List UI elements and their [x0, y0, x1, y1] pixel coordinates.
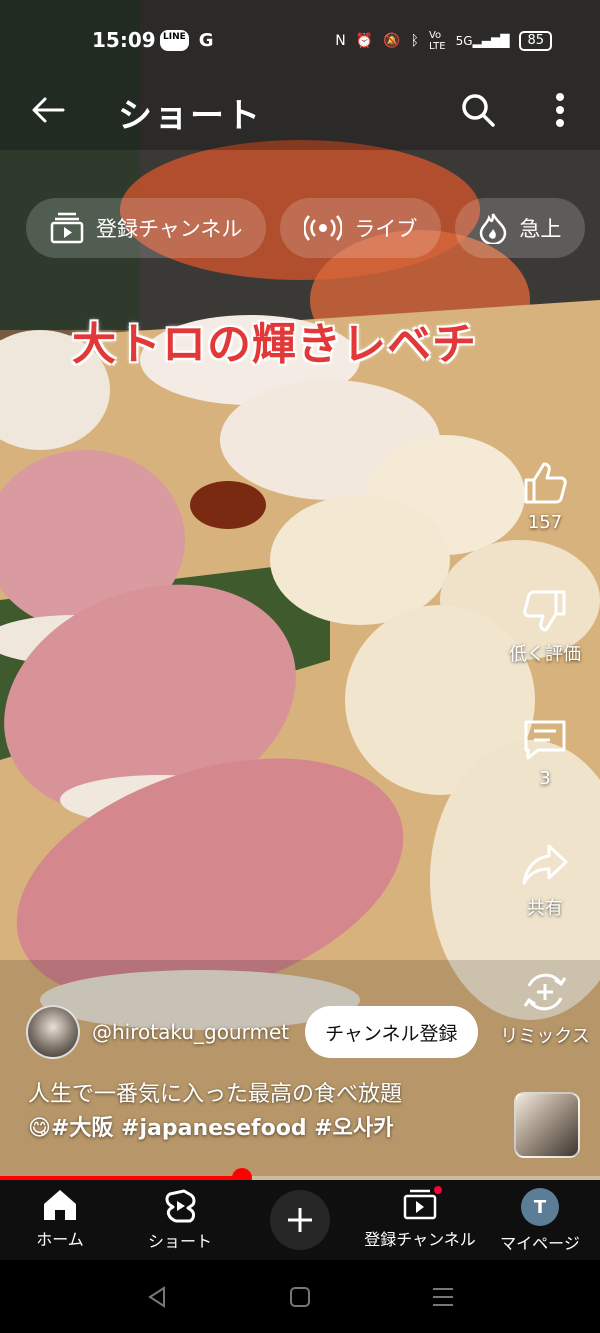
user-avatar: T — [521, 1188, 559, 1226]
square-home-icon — [290, 1287, 310, 1307]
comment-icon — [524, 720, 566, 760]
dislike-label: 低く評価 — [509, 644, 581, 665]
channel-row: @hirotaku_gourmet チャンネル登録 — [26, 1004, 478, 1060]
back-button[interactable] — [28, 90, 68, 130]
trending-icon — [480, 213, 507, 244]
system-navigation-bar — [0, 1260, 600, 1333]
create-button[interactable] — [270, 1190, 330, 1250]
system-home-button[interactable] — [285, 1284, 315, 1310]
bottom-navigation: ホーム ショート 登録チャンネル T マイページ — [0, 1180, 600, 1260]
nav-subscriptions[interactable]: 登録チャンネル — [360, 1184, 480, 1250]
volte-icon: Vo LTE — [428, 30, 446, 52]
status-time: 15:09 — [92, 28, 156, 52]
subscriptions-icon — [50, 212, 84, 244]
nav-subscriptions-label: 登録チャンネル — [364, 1230, 476, 1249]
search-icon — [462, 94, 495, 127]
live-icon — [304, 215, 343, 241]
nav-mypage[interactable]: T マイページ — [480, 1188, 600, 1254]
home-icon — [44, 1190, 76, 1220]
thumbs-down-icon — [523, 590, 566, 632]
filter-chips: 登録チャンネル ライブ 急上 — [26, 198, 586, 258]
comment-count: 3 — [539, 768, 551, 789]
yum-emoji-icon: 😋 — [28, 1116, 51, 1141]
description-tags-line: 😋#大阪 #japanesefood #오사카 — [28, 1112, 498, 1146]
app-bar: ショート — [0, 80, 600, 140]
sound-thumbnail[interactable] — [514, 1092, 580, 1158]
mute-icon: 🔕 — [383, 33, 401, 49]
more-vert-icon — [556, 93, 564, 127]
system-recents-button[interactable] — [428, 1284, 458, 1310]
hashtags[interactable]: #大阪 #japanesefood #오사카 — [51, 1116, 393, 1141]
nav-shorts-label: ショート — [147, 1232, 212, 1251]
more-options-button[interactable] — [540, 88, 580, 132]
chip-label: ライブ — [354, 217, 418, 241]
bluetooth-icon: ᛒ — [410, 33, 419, 49]
nfc-icon: N — [335, 33, 346, 49]
like-button[interactable]: 157 — [490, 460, 600, 533]
video-overlay-text: 大トロの輝きレベチ — [72, 319, 477, 370]
thumbs-up-icon — [524, 462, 567, 504]
chip-live[interactable]: ライブ — [280, 198, 442, 258]
subscribe-button[interactable]: チャンネル登録 — [305, 1006, 478, 1058]
dislike-button[interactable]: 低く評価 — [490, 588, 600, 666]
battery-indicator: 85 — [519, 31, 552, 51]
nav-home-label: ホーム — [36, 1230, 84, 1249]
search-button[interactable] — [456, 88, 500, 132]
google-notification-icon: G — [198, 30, 214, 51]
menu-recents-icon — [433, 1288, 453, 1306]
triangle-back-icon — [148, 1286, 165, 1308]
chip-trending[interactable]: 急上 — [455, 198, 586, 258]
page-title: ショート — [118, 96, 262, 136]
remix-icon — [523, 973, 567, 1011]
chip-label: 登録チャンネル — [96, 217, 243, 241]
system-back-button[interactable] — [142, 1284, 172, 1310]
share-label: 共有 — [527, 898, 563, 919]
plus-icon — [288, 1208, 312, 1232]
share-button[interactable]: 共有 — [490, 842, 600, 920]
line-notification-icon: LINE — [160, 30, 189, 51]
description-title: 人生で一番気に入った最高の食べ放題 — [28, 1082, 403, 1107]
signal-icon: 5G▂▄▆█ — [455, 34, 510, 48]
remix-label: リミックス — [500, 1026, 590, 1047]
alarm-icon: ⏰ — [355, 33, 374, 49]
notification-dot — [432, 1184, 444, 1196]
status-right-icons: N ⏰ 🔕 ᛒ Vo LTE 5G▂▄▆█ 85 — [335, 30, 552, 52]
shorts-icon — [165, 1189, 196, 1223]
share-icon — [522, 844, 568, 885]
video-description[interactable]: 人生で一番気に入った最高の食べ放題 😋#大阪 #japanesefood #오사… — [28, 1078, 498, 1146]
channel-avatar[interactable] — [26, 1005, 80, 1059]
chip-subscriptions[interactable]: 登録チャンネル — [26, 198, 267, 258]
comments-button[interactable]: 3 — [490, 716, 600, 789]
nav-shorts[interactable]: ショート — [120, 1188, 240, 1252]
arrow-left-icon — [32, 97, 65, 123]
like-count: 157 — [527, 512, 563, 533]
remix-button[interactable]: リミックス — [490, 968, 600, 1048]
chip-label: 急上 — [519, 217, 562, 241]
status-left-icons: LINE G — [160, 30, 214, 51]
nav-mypage-label: マイページ — [500, 1234, 580, 1253]
status-bar: 15:09 LINE G N ⏰ 🔕 ᛒ Vo LTE 5G▂▄▆█ 85 — [0, 0, 600, 80]
channel-handle[interactable]: @hirotaku_gourmet — [92, 1020, 289, 1044]
nav-home[interactable]: ホーム — [0, 1188, 120, 1250]
